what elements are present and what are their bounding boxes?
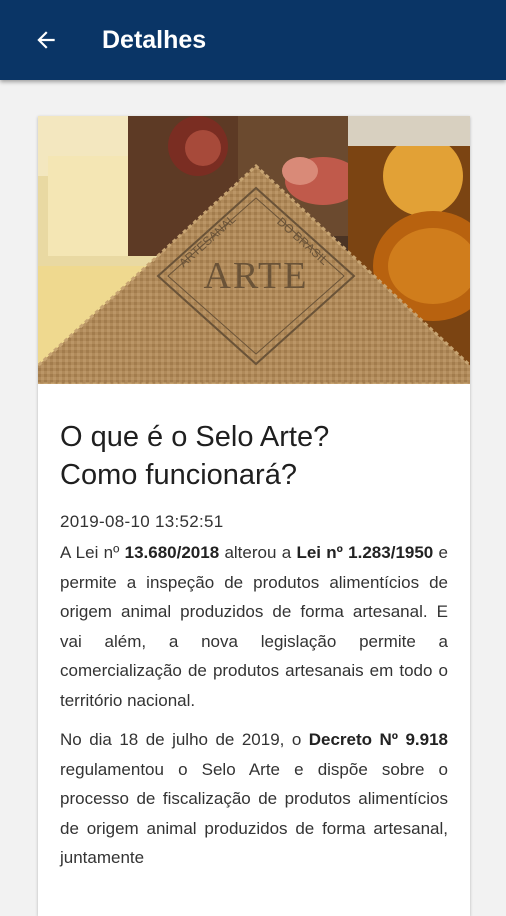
- article-date: 2019-08-10 13:52:51: [60, 512, 224, 531]
- article-paragraph-1: A Lei nº 13.680/2018 alterou a Lei nº 1.…: [60, 538, 448, 715]
- decree-name: Decreto Nº 9.918: [308, 730, 449, 749]
- arrow-left-icon: [37, 31, 55, 49]
- article-title-line1: O que é o Selo Arte?: [60, 421, 330, 453]
- hero-image: ARTE ARTESANAL DO BRASIL: [38, 116, 470, 384]
- text-span: A Lei nº: [60, 543, 125, 562]
- text-span: regulamentou o Selo Arte e dispõe sobre …: [60, 759, 448, 868]
- back-button[interactable]: [16, 0, 76, 80]
- article-body: O que é o Selo Arte? Como funcionará? 20…: [38, 418, 470, 873]
- article-card: ARTE ARTESANAL DO BRASIL O que é o Selo …: [38, 116, 470, 916]
- seal-word: ARTE: [204, 255, 309, 297]
- page-title: Detalhes: [102, 25, 207, 54]
- article-paragraph-2: No dia 18 de julho de 2019, o Decreto Nº…: [60, 725, 448, 873]
- text-span: No dia 18 de julho de 2019, o: [60, 730, 309, 749]
- law-name: Lei nº 1.283/1950: [296, 543, 434, 562]
- text-span: e permite a inspeção de produtos aliment…: [60, 543, 449, 710]
- article-title-line2: Como funcionará?: [60, 459, 297, 491]
- law-number-link: 13.680/2018: [124, 543, 220, 562]
- article-title: O que é o Selo Arte? Como funcionará?: [60, 418, 448, 494]
- app-bar: Detalhes: [0, 0, 506, 80]
- text-span: alterou a: [219, 543, 297, 562]
